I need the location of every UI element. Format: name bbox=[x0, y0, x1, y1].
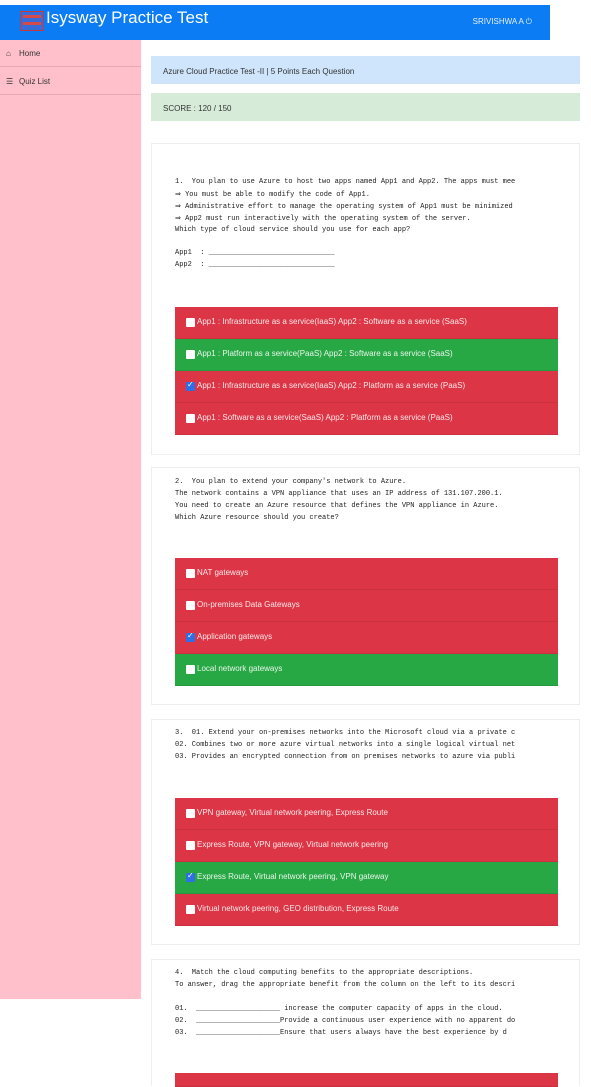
question-line: ⇒ You must be able to modify the code of… bbox=[175, 191, 370, 199]
question-line: 01. ____________________ increase the co… bbox=[175, 1005, 503, 1013]
question-line: 3. 01. Extend your on-premises networks … bbox=[175, 729, 516, 737]
option-checkbox[interactable] bbox=[186, 665, 195, 674]
answer-option[interactable]: App1 : Infrastructure as a service(IaaS)… bbox=[175, 307, 558, 339]
question-line: 02. Combines two or more azure virtual n… bbox=[175, 741, 516, 749]
list-icon: ☰ bbox=[6, 77, 14, 86]
answer-option[interactable]: App1 : Software as a service(SaaS) App2 … bbox=[175, 403, 558, 435]
option-label: Express Route, VPN gateway, Virtual netw… bbox=[197, 840, 388, 849]
question-line: 03. Provides an encrypted connection fro… bbox=[175, 753, 516, 761]
sidebar-item-quiz-list[interactable]: ☰ Quiz List bbox=[0, 68, 141, 95]
user-menu[interactable]: SRIVISHWA A ⏻ bbox=[473, 17, 532, 27]
answer-option[interactable]: On-premises Data Gateways bbox=[175, 590, 558, 622]
option-checkbox[interactable] bbox=[186, 318, 195, 327]
score-text: SCORE : 120 / 150 bbox=[163, 104, 232, 113]
option-label: Local network gateways bbox=[197, 664, 283, 673]
sidebar-item-label: Home bbox=[19, 49, 41, 58]
option-label: NAT gateways bbox=[197, 568, 249, 577]
question-line: To answer, drag the appropriate benefit … bbox=[175, 981, 516, 989]
option-checkbox[interactable] bbox=[186, 841, 195, 850]
option-label: Virtual network peering, GEO distributio… bbox=[197, 904, 399, 913]
question-line: ⇒ Administrative effort to manage the op… bbox=[175, 203, 513, 211]
answer-option[interactable]: App1 : Platform as a service(PaaS) App2 … bbox=[175, 339, 558, 371]
question-line: The network contains a VPN appliance tha… bbox=[175, 490, 503, 498]
question-line: 1. You plan to use Azure to host two app… bbox=[175, 178, 516, 186]
option-checkbox[interactable] bbox=[186, 350, 195, 359]
answer-option[interactable]: Application gateways bbox=[175, 622, 558, 654]
question-line: ⇒ App2 must run interactively with the o… bbox=[175, 215, 471, 223]
quiz-title: Azure Cloud Practice Test -II | 5 Points… bbox=[163, 67, 355, 76]
option-checkbox[interactable] bbox=[186, 569, 195, 578]
option-label: VPN gateway, Virtual network peering, Ex… bbox=[197, 808, 388, 817]
answer-option[interactable]: VPN gateway, Virtual network peering, Ex… bbox=[175, 798, 558, 830]
option-label: App1 : Software as a service(SaaS) App2 … bbox=[197, 413, 453, 422]
question-line: 2. You plan to extend your company's net… bbox=[175, 478, 407, 486]
answer-option[interactable]: Express Route, VPN gateway, Virtual netw… bbox=[175, 830, 558, 862]
quiz-title-banner: Azure Cloud Practice Test -II | 5 Points… bbox=[151, 56, 580, 84]
brand-title[interactable]: Isysway Practice Test bbox=[46, 8, 208, 28]
sidebar-item-label: Quiz List bbox=[19, 77, 51, 86]
option-label: App1 : Platform as a service(PaaS) App2 … bbox=[197, 349, 453, 358]
option-checkbox[interactable] bbox=[186, 905, 195, 914]
option-label: Application gateways bbox=[197, 632, 273, 641]
option-checkbox[interactable] bbox=[186, 809, 195, 818]
question-card: 4. Match the cloud computing benefits to… bbox=[151, 959, 580, 1087]
answer-option[interactable]: NAT gateways bbox=[175, 558, 558, 590]
question-text: 1. You plan to use Azure to host two app… bbox=[175, 173, 558, 273]
answer-option[interactable] bbox=[175, 1073, 558, 1087]
option-checkbox[interactable] bbox=[186, 414, 195, 423]
answer-option[interactable]: App1 : Infrastructure as a service(IaaS)… bbox=[175, 371, 558, 403]
question-line: You need to create an Azure resource tha… bbox=[175, 502, 499, 510]
question-line: App2 : ______________________________ bbox=[175, 261, 335, 269]
option-checkbox[interactable] bbox=[186, 871, 195, 882]
question-line: Which Azure resource should you create? bbox=[175, 514, 339, 522]
question-line: 02. ____________________Provide a contin… bbox=[175, 1017, 516, 1025]
top-navbar: Isysway Practice Test SRIVISHWA A ⏻ bbox=[0, 5, 550, 40]
question-text: 3. 01. Extend your on-premises networks … bbox=[175, 724, 558, 774]
answer-option[interactable]: Local network gateways bbox=[175, 654, 558, 686]
option-checkbox[interactable] bbox=[186, 380, 195, 391]
option-label: App1 : Infrastructure as a service(IaaS)… bbox=[197, 381, 466, 390]
question-line: Which type of cloud service should you u… bbox=[175, 226, 411, 234]
option-checkbox[interactable] bbox=[186, 631, 195, 642]
question-line: 03. ____________________Ensure that user… bbox=[175, 1029, 507, 1037]
sidebar: ⌂ Home ☰ Quiz List bbox=[0, 40, 141, 999]
home-icon: ⌂ bbox=[6, 49, 11, 58]
sidebar-item-home[interactable]: ⌂ Home bbox=[0, 40, 141, 67]
question-text: 2. You plan to extend your company's net… bbox=[175, 473, 558, 533]
question-card: 1. You plan to use Azure to host two app… bbox=[151, 143, 580, 455]
question-text: 4. Match the cloud computing benefits to… bbox=[175, 964, 558, 1044]
question-line: 4. Match the cloud computing benefits to… bbox=[175, 969, 474, 977]
question-card: 2. You plan to extend your company's net… bbox=[151, 467, 580, 705]
logo bbox=[20, 11, 44, 31]
question-line: App1 : ______________________________ bbox=[175, 249, 335, 257]
option-label: App1 : Infrastructure as a service(IaaS)… bbox=[197, 317, 467, 326]
option-checkbox[interactable] bbox=[186, 601, 195, 610]
answer-option[interactable]: Virtual network peering, GEO distributio… bbox=[175, 894, 558, 926]
option-label: Express Route, Virtual network peering, … bbox=[197, 872, 389, 881]
option-label: On-premises Data Gateways bbox=[197, 600, 300, 609]
question-card: 3. 01. Extend your on-premises networks … bbox=[151, 719, 580, 945]
score-banner: SCORE : 120 / 150 bbox=[151, 93, 580, 121]
answer-option[interactable]: Express Route, Virtual network peering, … bbox=[175, 862, 558, 894]
